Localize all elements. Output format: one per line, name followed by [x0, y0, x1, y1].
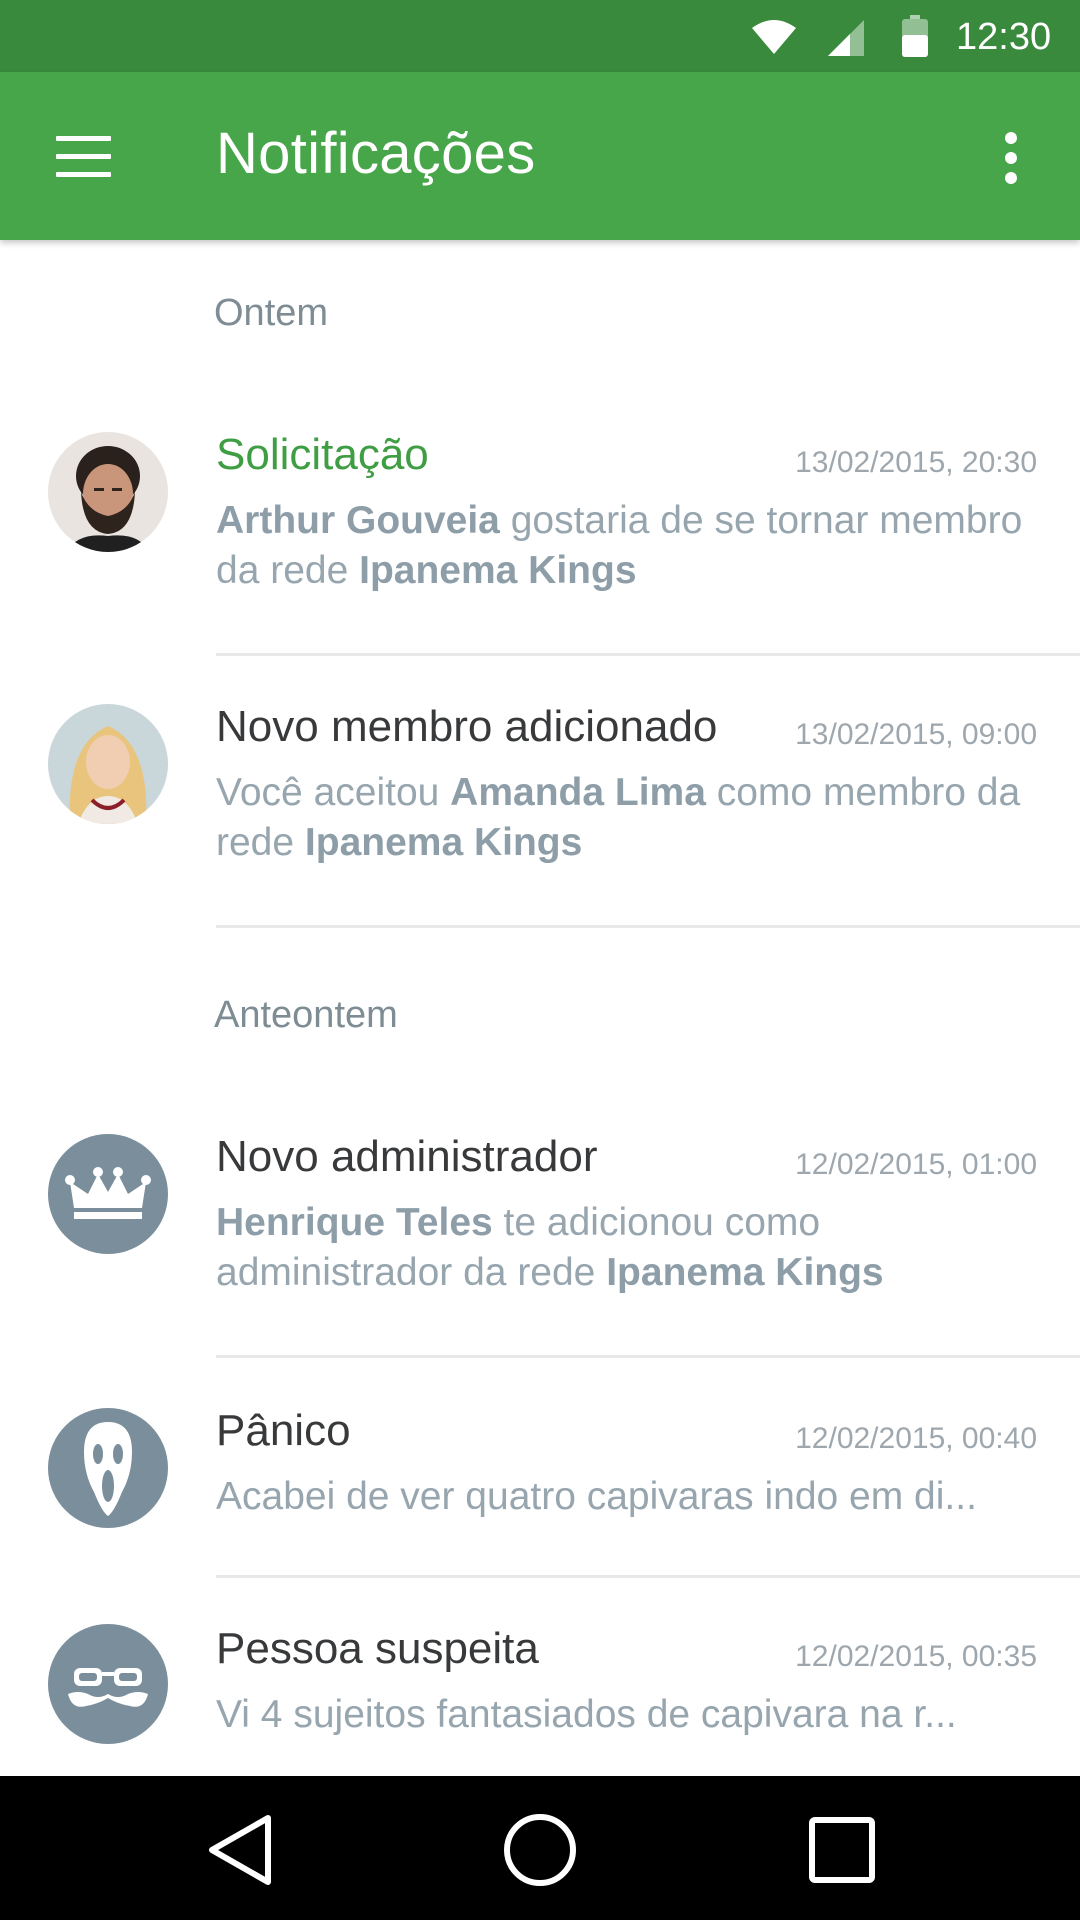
notification-time: 13/02/2015, 20:30	[795, 446, 1037, 479]
notification-item-new-admin[interactable]: Novo administrador 12/02/2015, 01:00 Hen…	[0, 1100, 1080, 1358]
wifi-icon	[752, 20, 796, 54]
recents-button[interactable]	[800, 1808, 884, 1892]
home-icon	[504, 1814, 576, 1886]
notification-title: Novo administrador	[216, 1132, 598, 1181]
notification-time: 12/02/2015, 01:00	[795, 1148, 1037, 1181]
avatar	[48, 432, 168, 552]
notification-time: 12/02/2015, 00:40	[795, 1422, 1037, 1455]
user-photo	[48, 704, 168, 824]
signal-icon	[828, 20, 864, 56]
back-icon	[209, 1815, 271, 1885]
notification-item-suspect[interactable]: Pessoa suspeita 12/02/2015, 00:35 Vi 4 s…	[0, 1576, 1080, 1776]
notification-time: 12/02/2015, 00:35	[795, 1640, 1037, 1673]
home-button[interactable]	[498, 1808, 582, 1892]
notification-title: Pânico	[216, 1406, 351, 1455]
notification-item-request[interactable]: Solicitação 13/02/2015, 20:30 Arthur Gou…	[0, 400, 1080, 656]
status-time: 12:30	[956, 16, 1052, 58]
notification-body: Henrique Teles te adicionou como adminis…	[216, 1201, 884, 1294]
battery-icon	[902, 15, 928, 57]
recents-icon	[809, 1817, 875, 1883]
divider	[216, 925, 1080, 928]
notification-title: Pessoa suspeita	[216, 1624, 539, 1673]
disguise-glasses-mustache-icon	[68, 1668, 148, 1707]
app-bar: Notificações	[0, 72, 1080, 240]
avatar	[48, 1134, 168, 1254]
scream-mask-icon	[84, 1422, 132, 1516]
avatar	[48, 1408, 168, 1528]
notification-body: Vi 4 sujeitos fantasiados de capivara na…	[216, 1693, 957, 1736]
crown-icon	[65, 1167, 151, 1219]
notification-item-panic[interactable]: Pânico 12/02/2015, 00:40 Acabei de ver q…	[0, 1358, 1080, 1578]
avatar	[48, 1624, 168, 1744]
back-button[interactable]	[196, 1808, 280, 1892]
overflow-menu-button[interactable]	[990, 124, 1032, 190]
section-header-anteontem: Anteontem	[214, 994, 398, 1036]
navigation-bar	[0, 1776, 1080, 1920]
notification-item-new-member[interactable]: Novo membro adicionado 13/02/2015, 09:00…	[0, 656, 1080, 928]
notification-body: Acabei de ver quatro capivaras indo em d…	[216, 1475, 977, 1518]
avatar	[48, 704, 168, 824]
notification-time: 13/02/2015, 09:00	[795, 718, 1037, 751]
menu-button[interactable]	[40, 124, 130, 190]
notification-body: Você aceitou Amanda Lima como membro da …	[216, 771, 1021, 864]
notification-body: Arthur Gouveia gostaria de se tornar mem…	[216, 499, 1023, 592]
notification-title: Solicitação	[216, 430, 429, 479]
user-photo	[48, 432, 168, 552]
notification-title: Novo membro adicionado	[216, 702, 718, 751]
section-header-ontem: Ontem	[214, 292, 329, 334]
page-title: Notificações	[216, 121, 536, 186]
status-bar: 12:30	[0, 0, 1080, 72]
